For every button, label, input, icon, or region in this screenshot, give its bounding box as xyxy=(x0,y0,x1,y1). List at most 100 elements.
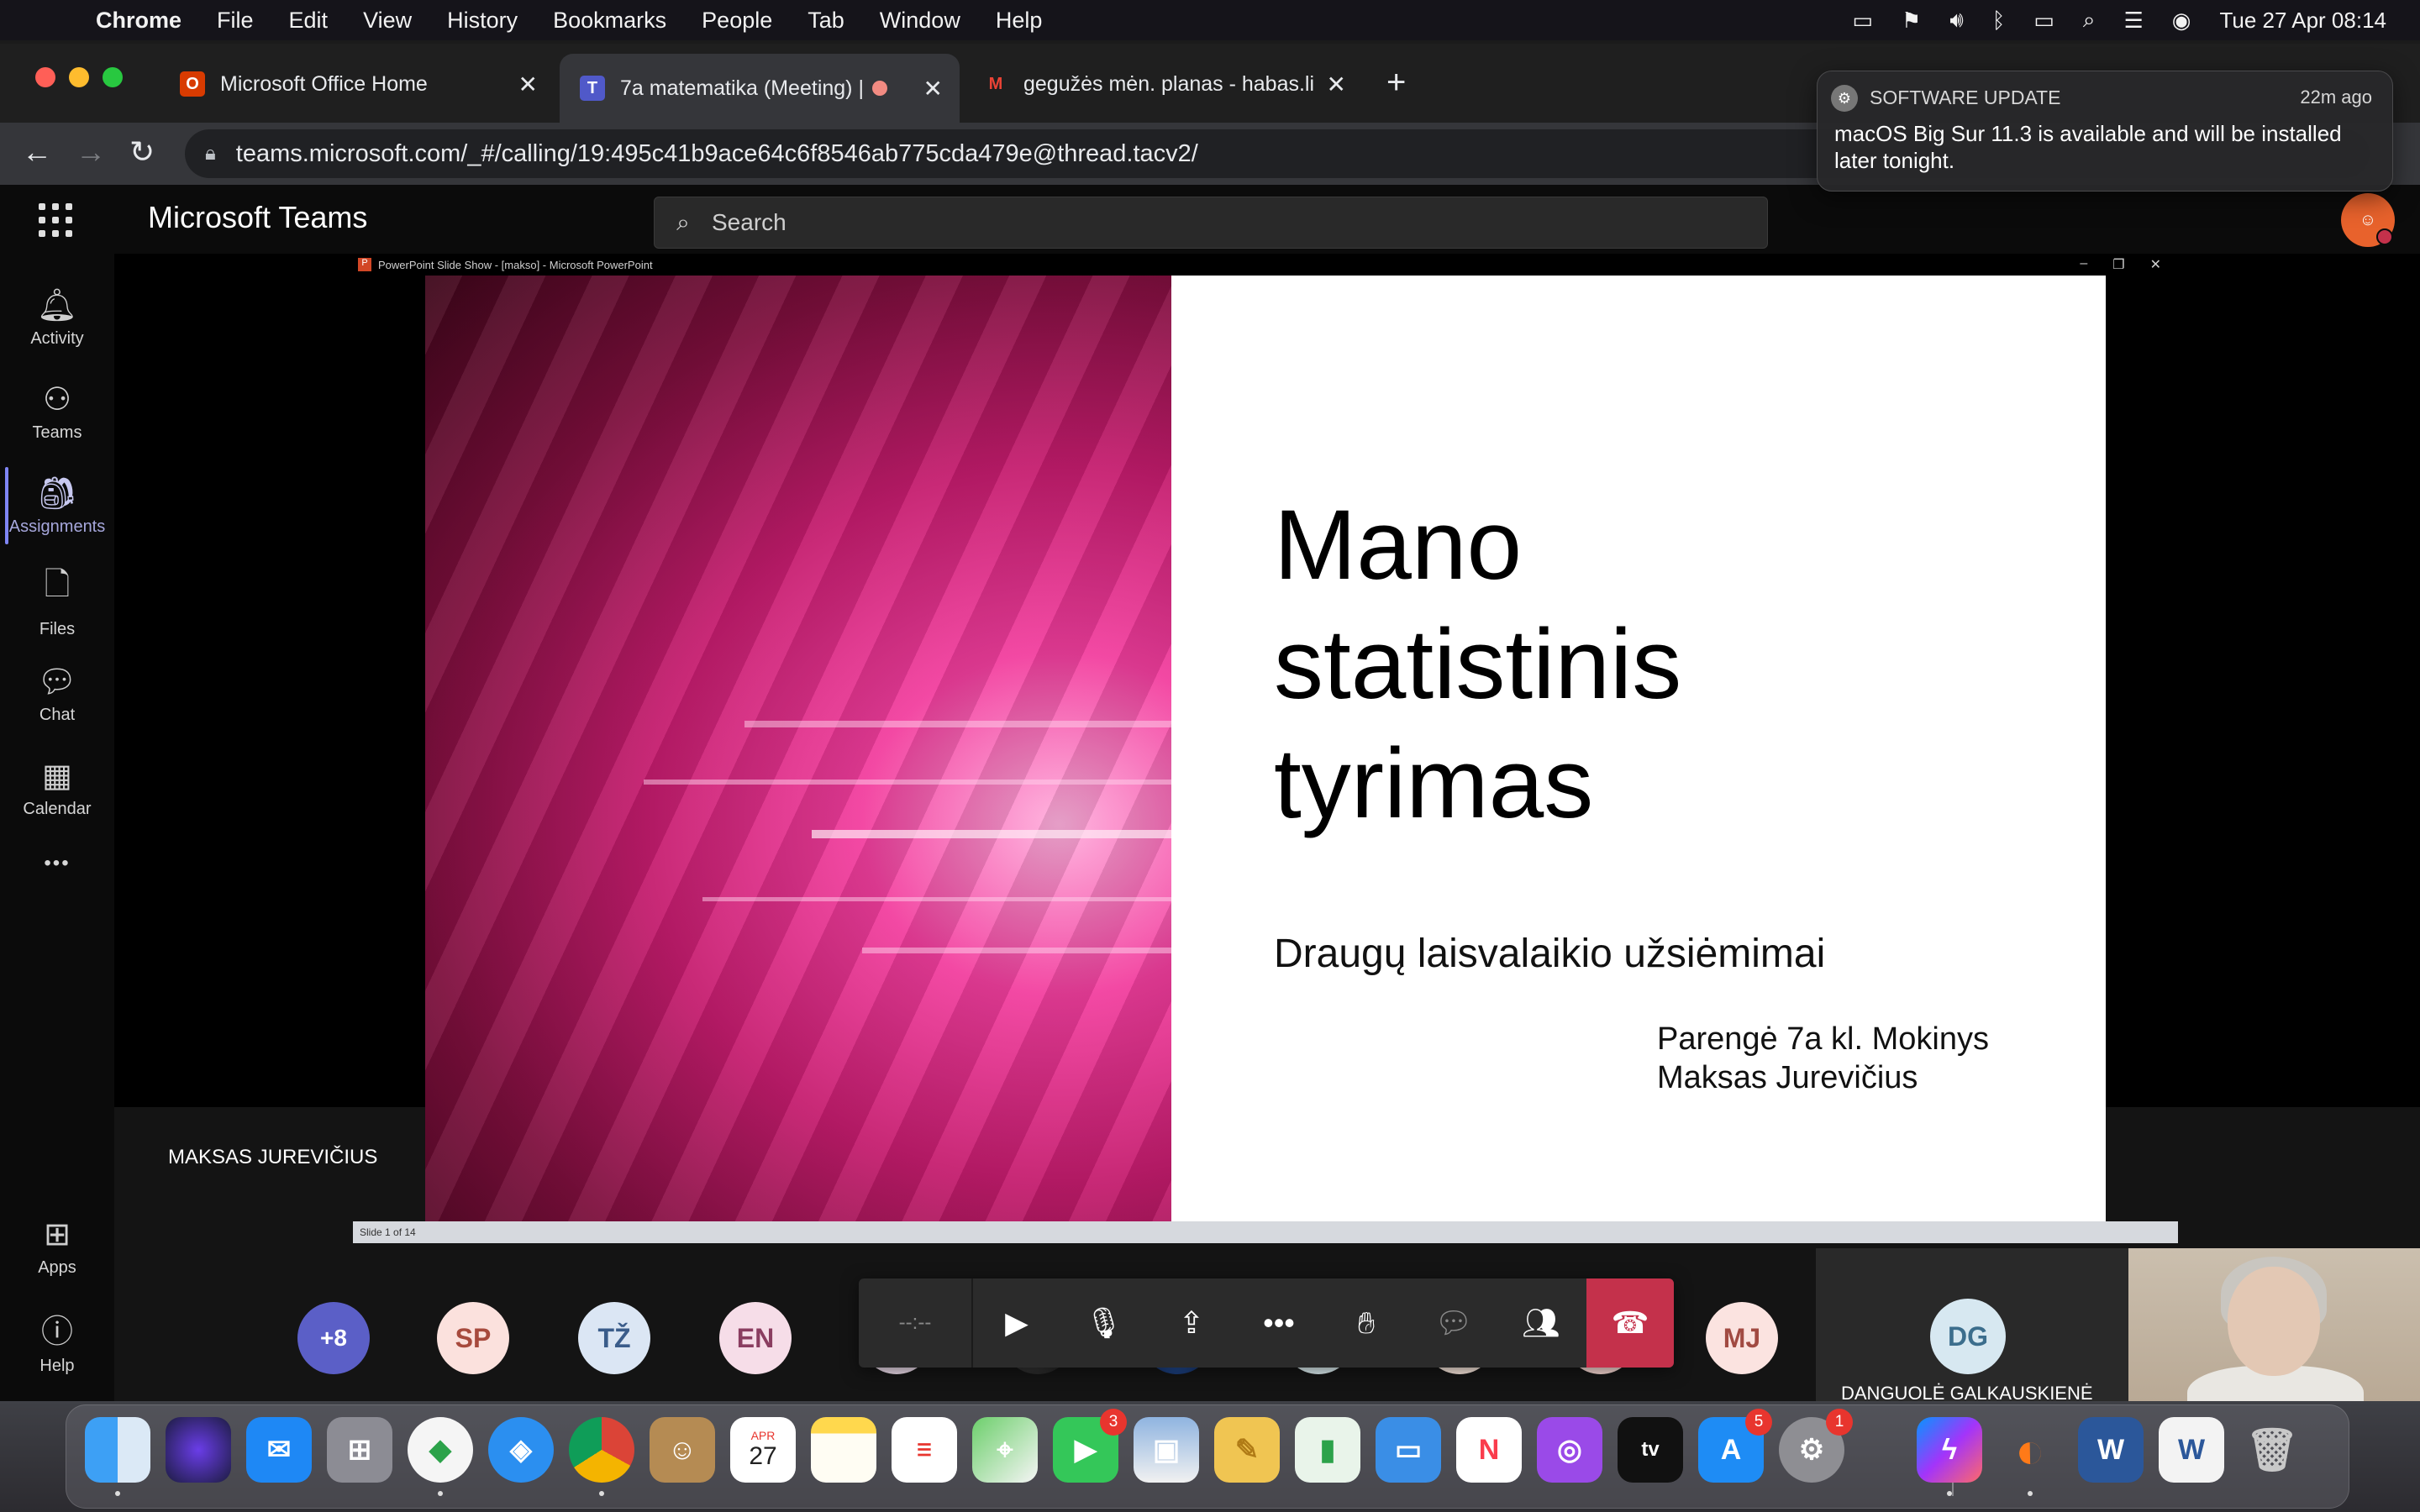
chrome-icon[interactable] xyxy=(569,1417,634,1496)
participant-avatar[interactable]: MJ xyxy=(1706,1302,1778,1374)
keynote-icon[interactable]: ▭ xyxy=(1376,1417,1441,1483)
siri-icon[interactable] xyxy=(166,1417,231,1483)
tab-office-home[interactable]: O Microsoft Office Home ✕ xyxy=(160,57,555,111)
participant-avatar[interactable]: TŽ xyxy=(578,1302,650,1374)
call-controls: --:-- ▶︎ 🎙︎ ⇪ ••• ✋︎ 💬︎ 👥︎ ☎︎ xyxy=(859,1278,1674,1368)
origin-icon[interactable]: ◐ xyxy=(1997,1417,2063,1496)
share-screen-button[interactable]: ⇪ xyxy=(1148,1278,1235,1368)
rail-apps[interactable]: ⊞ Apps xyxy=(0,1200,114,1294)
launchpad-icon[interactable]: ⊞ xyxy=(327,1417,392,1483)
tab-title: gegužės mėn. planas - habas.li xyxy=(1023,71,1315,96)
messenger-icon[interactable]: ϟ xyxy=(1917,1417,1982,1496)
rail-calendar[interactable]: ▦ Calendar xyxy=(0,741,114,835)
user-avatar[interactable]: ☺ xyxy=(2341,193,2395,247)
menu-people[interactable]: People xyxy=(702,8,772,34)
minimize-window-button[interactable] xyxy=(69,67,89,87)
control-center-icon[interactable]: ☰ xyxy=(2123,8,2143,34)
participant-avatar[interactable]: EN xyxy=(719,1302,792,1374)
rail-more[interactable]: ••• xyxy=(0,838,114,889)
participant-avatar: DG xyxy=(1930,1299,2006,1374)
rail-chat[interactable]: 💬︎ Chat xyxy=(0,647,114,741)
news-icon[interactable]: N xyxy=(1456,1417,1522,1483)
tab-gmail[interactable]: M gegužės mėn. planas - habas.li ✕ xyxy=(963,57,1363,111)
trash-icon[interactable]: 🗑︎ xyxy=(2239,1417,2305,1483)
chat-button[interactable]: 💬︎ xyxy=(1410,1278,1497,1368)
volume-icon[interactable]: 🔊︎ xyxy=(1949,7,1963,34)
menubar-clock[interactable]: Tue 27 Apr 08:14 xyxy=(2219,8,2386,34)
close-tab-icon[interactable]: ✕ xyxy=(518,71,538,98)
finder-icon[interactable] xyxy=(85,1417,150,1496)
menu-bookmarks[interactable]: Bookmarks xyxy=(553,8,666,34)
flag-uk-icon[interactable]: ⚑ xyxy=(1902,8,1921,34)
close-window-button[interactable] xyxy=(35,67,55,87)
battery-icon[interactable]: ▭ xyxy=(2033,8,2054,34)
rail-files[interactable]: 🗋 Files xyxy=(0,553,114,647)
menu-history[interactable]: History xyxy=(447,8,518,34)
app-store-icon[interactable]: A5 xyxy=(1698,1409,1772,1483)
tab-teams-meeting[interactable]: T 7a matematika (Meeting) | ✕ xyxy=(560,54,960,123)
lock-icon[interactable]: 🔒︎ xyxy=(205,142,216,165)
back-icon[interactable]: ← xyxy=(22,134,52,170)
contacts-icon[interactable]: ☺ xyxy=(650,1417,715,1483)
numbers-icon[interactable]: ▮ xyxy=(1295,1417,1360,1483)
reminders-icon[interactable]: ☰ xyxy=(892,1417,957,1483)
url-text: teams.microsoft.com/_#/calling/19:495c41… xyxy=(235,139,1198,167)
rail-activity[interactable]: 🔔︎ Activity xyxy=(0,270,114,365)
notes-icon[interactable] xyxy=(811,1417,876,1483)
podcasts-icon[interactable]: ◎ xyxy=(1537,1417,1602,1483)
display-icon[interactable]: ▭ xyxy=(1852,8,1873,34)
teams-people-icon: ⚇ xyxy=(42,382,72,417)
menu-bar: Chrome File Edit View History Bookmarks … xyxy=(0,0,2420,40)
facetime-icon[interactable]: ▶︎ 3 xyxy=(1053,1409,1127,1483)
rail-assignments[interactable]: 🎒︎ Assignments xyxy=(0,459,114,553)
close-icon: ✕ xyxy=(2149,258,2161,272)
self-video-tile[interactable] xyxy=(2128,1248,2420,1401)
menu-help[interactable]: Help xyxy=(996,8,1043,34)
share-icon: ⇪ xyxy=(1178,1305,1205,1340)
camera-button[interactable]: ▶︎ xyxy=(973,1278,1060,1368)
more-actions-button[interactable]: ••• xyxy=(1235,1278,1323,1368)
menu-chrome[interactable]: Chrome xyxy=(96,8,182,34)
raise-hand-button[interactable]: ✋︎ xyxy=(1323,1278,1410,1368)
sims-icon[interactable]: ◆ xyxy=(408,1417,473,1496)
close-tab-icon[interactable]: ✕ xyxy=(1327,71,1346,98)
close-tab-icon[interactable]: ✕ xyxy=(923,75,943,102)
menu-edit[interactable]: Edit xyxy=(289,8,329,34)
word-document-icon[interactable]: W xyxy=(2159,1417,2224,1483)
bluetooth-icon[interactable]: ᛒ xyxy=(1992,8,2006,34)
hang-up-button[interactable]: ☎︎ xyxy=(1586,1278,1674,1368)
mail-icon[interactable]: ✉ xyxy=(246,1417,312,1483)
participants-button[interactable]: 👥︎ xyxy=(1497,1278,1585,1368)
microphone-button[interactable]: 🎙︎ xyxy=(1060,1278,1148,1368)
more-icon: ••• xyxy=(1263,1305,1295,1340)
pages-icon[interactable]: ✎ xyxy=(1214,1417,1280,1483)
preview-icon[interactable]: ▣ xyxy=(1134,1417,1199,1483)
forward-icon[interactable]: → xyxy=(76,134,106,170)
menu-tab[interactable]: Tab xyxy=(808,8,844,34)
more-participants-button[interactable]: +8 xyxy=(297,1302,370,1374)
safari-icon[interactable]: ◈ xyxy=(488,1417,554,1483)
system-preferences-icon[interactable]: ⚙ 1 xyxy=(1779,1409,1853,1483)
zoom-window-button[interactable] xyxy=(103,67,123,87)
menu-file[interactable]: File xyxy=(217,8,254,34)
menu-view[interactable]: View xyxy=(363,8,412,34)
rail-teams[interactable]: ⚇ Teams xyxy=(0,365,114,459)
reload-icon[interactable]: ↻ xyxy=(129,134,155,170)
word-icon[interactable]: W xyxy=(2078,1417,2144,1483)
software-update-notification[interactable]: ⚙ SOFTWARE UPDATE 22m ago macOS Big Sur … xyxy=(1817,71,2393,192)
apple-tv-icon[interactable]: tv xyxy=(1618,1417,1683,1483)
maps-icon[interactable]: ⌖ xyxy=(972,1417,1038,1483)
featured-participant-tile[interactable]: DG DANGUOLĖ GALKAUSKIENĖ xyxy=(1816,1248,2128,1404)
rail-help[interactable]: ⓘ Help xyxy=(0,1294,114,1388)
menu-window[interactable]: Window xyxy=(880,8,960,34)
new-tab-button[interactable]: + xyxy=(1386,64,1406,102)
hand-icon: ✋︎ xyxy=(1357,1305,1376,1340)
powerpoint-titlebar: P PowerPoint Slide Show - [makso] - Micr… xyxy=(353,254,2178,276)
calendar-app-icon[interactable]: APR 27 xyxy=(730,1417,796,1483)
siri-icon[interactable]: ◉ xyxy=(2172,8,2191,34)
participant-avatar[interactable]: SP xyxy=(437,1302,509,1374)
search-box[interactable]: ⌕ Search xyxy=(654,197,1768,249)
call-timer: --:-- xyxy=(859,1278,973,1368)
app-launcher-icon[interactable] xyxy=(39,203,72,237)
spotlight-icon[interactable]: ⌕ xyxy=(2083,7,2096,34)
